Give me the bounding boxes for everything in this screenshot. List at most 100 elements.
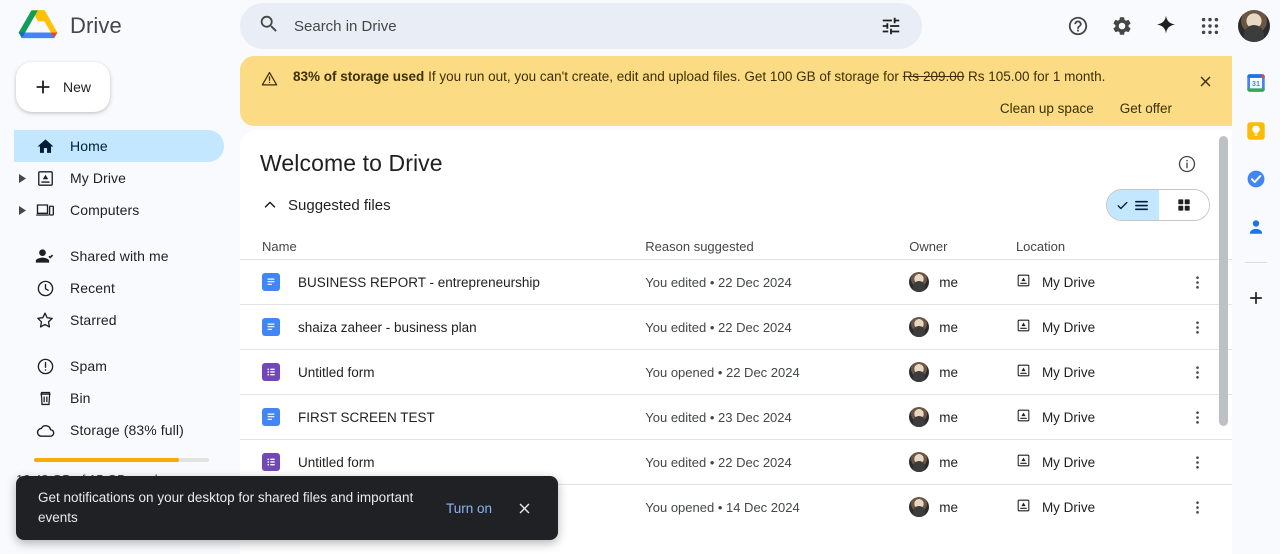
file-location[interactable]: My Drive xyxy=(1016,318,1171,336)
sidebar-item-label: Home xyxy=(70,138,108,154)
file-reason: You edited • 22 Dec 2024 xyxy=(645,275,909,290)
grid-view-button[interactable] xyxy=(1159,190,1209,220)
file-owner: me xyxy=(909,407,1016,427)
more-vertical-icon[interactable] xyxy=(1184,449,1210,475)
table-row[interactable]: shaiza zaheer - business plan You edited … xyxy=(240,304,1232,349)
sidebar-item-my-drive[interactable]: My Drive xyxy=(14,162,224,194)
settings-icon[interactable] xyxy=(1102,6,1142,46)
sidebar-item-storage[interactable]: Storage (83% full) xyxy=(14,414,224,446)
file-reason: You opened • 22 Dec 2024 xyxy=(645,365,909,380)
toast-close-icon[interactable] xyxy=(510,494,538,522)
account-avatar[interactable] xyxy=(1238,10,1270,42)
sidebar-item-shared-with-me[interactable]: Shared with me xyxy=(14,240,224,272)
tune-icon[interactable] xyxy=(876,11,906,41)
check-icon xyxy=(1116,199,1129,212)
sidebar-item-spam[interactable]: Spam xyxy=(14,350,224,382)
grid-view-icon xyxy=(1176,197,1192,213)
my-drive-icon xyxy=(1016,363,1031,381)
clock-icon xyxy=(32,279,58,298)
google-docs-icon xyxy=(262,273,280,291)
more-vertical-icon[interactable] xyxy=(1184,359,1210,385)
google-calendar-icon[interactable]: 31 xyxy=(1239,66,1273,100)
content-scrollbar[interactable] xyxy=(1219,136,1228,548)
column-header-owner[interactable]: Owner xyxy=(909,239,1016,254)
location-name: My Drive xyxy=(1042,320,1095,335)
location-name: My Drive xyxy=(1042,275,1095,290)
column-header-reason[interactable]: Reason suggested xyxy=(645,239,909,254)
google-keep-icon[interactable] xyxy=(1239,114,1273,148)
google-forms-icon xyxy=(262,453,280,471)
toast-turn-on-button[interactable]: Turn on xyxy=(428,501,510,516)
location-name: My Drive xyxy=(1042,455,1095,470)
banner-price-suffix: for 1 month. xyxy=(1033,69,1105,84)
more-vertical-icon[interactable] xyxy=(1184,269,1210,295)
plus-icon xyxy=(1246,288,1266,308)
file-location[interactable]: My Drive xyxy=(1016,408,1171,426)
file-location[interactable]: My Drive xyxy=(1016,498,1171,516)
search-icon xyxy=(258,13,280,40)
expand-arrow-icon[interactable] xyxy=(14,174,32,183)
file-location[interactable]: My Drive xyxy=(1016,453,1171,471)
avatar xyxy=(909,497,929,517)
get-offer-link[interactable]: Get offer xyxy=(1120,101,1172,116)
google-tasks-icon[interactable] xyxy=(1239,162,1273,196)
my-drive-icon xyxy=(1016,408,1031,426)
sidebar-item-label: Starred xyxy=(70,312,117,328)
my-drive-icon xyxy=(1016,498,1031,516)
top-bar: Drive xyxy=(0,0,1280,52)
gemini-sparkle-icon[interactable] xyxy=(1146,6,1186,46)
clean-up-space-link[interactable]: Clean up space xyxy=(1000,101,1094,116)
sidebar-item-label: Recent xyxy=(70,280,115,296)
scrollbar-thumb[interactable] xyxy=(1219,136,1228,426)
sidebar-item-home[interactable]: Home xyxy=(14,130,224,162)
google-contacts-icon[interactable] xyxy=(1239,210,1273,244)
page-title: Welcome to Drive xyxy=(260,150,443,177)
table-row[interactable]: FIRST SCREEN TESTYou edited • 23 Dec 202… xyxy=(240,394,1232,439)
file-name: Untitled form xyxy=(298,365,375,380)
chevron-up-icon[interactable] xyxy=(258,193,282,217)
side-panel-divider xyxy=(1245,262,1267,263)
sidebar-item-bin[interactable]: Bin xyxy=(14,382,224,414)
search-input[interactable] xyxy=(294,18,862,35)
sidebar-item-computers[interactable]: Computers xyxy=(14,194,224,226)
my-drive-icon xyxy=(1016,453,1031,471)
more-vertical-icon[interactable] xyxy=(1184,494,1210,520)
file-reason: You edited • 22 Dec 2024 xyxy=(645,320,909,335)
avatar xyxy=(909,452,929,472)
table-row[interactable]: Untitled formYou opened • 22 Dec 2024meM… xyxy=(240,349,1232,394)
sidebar-item-label: Storage (83% full) xyxy=(70,422,184,438)
brand[interactable]: Drive xyxy=(0,8,240,44)
sidebar-item-recent[interactable]: Recent xyxy=(14,272,224,304)
apps-grid-icon[interactable] xyxy=(1190,6,1230,46)
file-reason: You opened • 14 Dec 2024 xyxy=(645,500,909,515)
shared-with-me-icon xyxy=(32,246,58,266)
file-reason: You edited • 22 Dec 2024 xyxy=(645,455,909,470)
list-view-icon xyxy=(1133,197,1150,214)
list-view-button[interactable] xyxy=(1107,190,1159,220)
info-icon[interactable] xyxy=(1174,151,1200,177)
banner-text: 83% of storage used If you run out, you … xyxy=(293,68,1105,86)
search-bar[interactable] xyxy=(240,3,922,49)
table-header: Name Reason suggested Owner Location xyxy=(240,233,1232,259)
owner-name: me xyxy=(939,410,958,425)
help-icon[interactable] xyxy=(1058,6,1098,46)
view-toggle xyxy=(1106,189,1210,221)
file-location[interactable]: My Drive xyxy=(1016,363,1171,381)
cloud-icon xyxy=(32,420,58,441)
new-button[interactable]: New xyxy=(16,62,110,112)
sidebar-item-starred[interactable]: Starred xyxy=(14,304,224,336)
more-vertical-icon[interactable] xyxy=(1184,404,1210,430)
brand-name: Drive xyxy=(70,13,122,39)
table-row[interactable]: BUSINESS REPORT - entrepreneurshipYou ed… xyxy=(240,259,1232,304)
new-button-label: New xyxy=(63,79,91,95)
trash-icon xyxy=(32,389,58,408)
expand-arrow-icon[interactable] xyxy=(14,206,32,215)
side-panel-add-button[interactable] xyxy=(1239,281,1273,315)
column-header-location[interactable]: Location xyxy=(1016,239,1171,254)
column-header-name[interactable]: Name xyxy=(262,239,645,254)
banner-close-icon[interactable] xyxy=(1192,68,1218,94)
file-name: shaiza zaheer - business plan xyxy=(298,320,477,335)
more-vertical-icon[interactable] xyxy=(1184,314,1210,340)
file-location[interactable]: My Drive xyxy=(1016,273,1171,291)
star-icon xyxy=(32,310,58,330)
